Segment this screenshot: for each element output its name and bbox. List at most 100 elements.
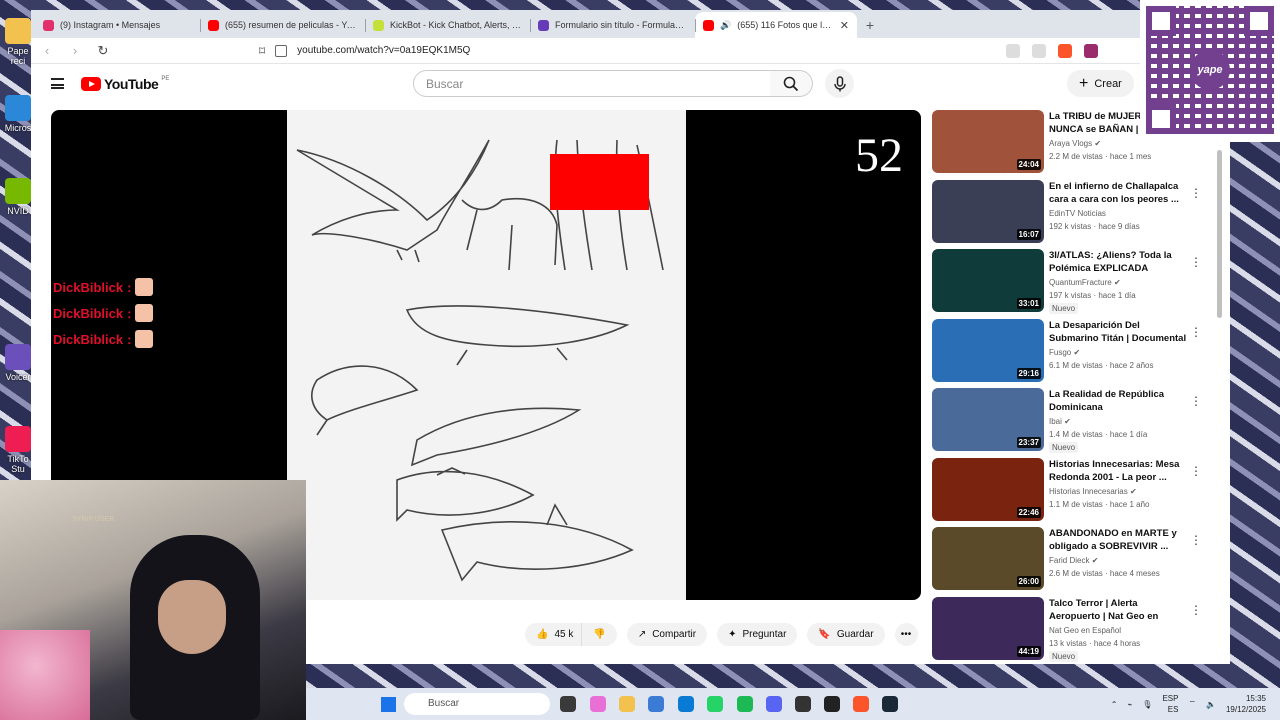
desktop-icon-tiktok[interactable]: TikTo Stu <box>4 426 32 474</box>
site-info-icon[interactable] <box>275 44 288 57</box>
new-tab-button[interactable]: + <box>857 12 883 38</box>
save-button[interactable]: 🔖 Guardar <box>807 623 885 646</box>
more-options-icon[interactable]: ⋮ <box>1190 325 1202 339</box>
video-thumbnail[interactable]: 24:04 <box>932 110 1044 173</box>
microphone-icon[interactable]: 🎙 <box>1142 700 1152 709</box>
edge-icon[interactable] <box>678 696 694 712</box>
create-button[interactable]: + Crear <box>1067 70 1134 97</box>
copilot-icon[interactable] <box>590 696 606 712</box>
whatsapp-icon[interactable] <box>707 696 723 712</box>
channel-name[interactable]: Nat Geo en Español <box>1049 626 1121 635</box>
desktop-icon-recycle[interactable]: Pape reci <box>4 18 32 66</box>
channel-name[interactable]: Araya Vlogs <box>1049 139 1092 148</box>
more-options-icon[interactable]: ⋮ <box>1190 464 1202 478</box>
volume-icon[interactable]: 🔈 <box>1206 700 1216 709</box>
youtube-logo[interactable]: YouTube PE <box>81 76 169 92</box>
video-thumbnail[interactable]: 23:37 <box>932 388 1044 451</box>
spotify-icon[interactable] <box>737 696 753 712</box>
desktop-icon-voicer[interactable]: Voicer <box>4 344 32 382</box>
back-icon[interactable]: ‹ <box>39 43 55 58</box>
verified-icon: ✔ <box>1129 486 1137 496</box>
more-options-icon[interactable]: ⋮ <box>1190 186 1202 200</box>
voice-search-button[interactable] <box>825 69 854 98</box>
store-icon[interactable] <box>648 696 664 712</box>
file-explorer-icon[interactable] <box>619 696 635 712</box>
video-title[interactable]: ABANDONADO en MARTE y obligado a SOBREVI… <box>1049 527 1189 553</box>
channel-name[interactable]: Fusgo <box>1049 348 1071 357</box>
language-indicator[interactable]: ESP ES <box>1162 693 1178 715</box>
video-title[interactable]: En el infierno de Challapalca cara a car… <box>1049 180 1189 206</box>
more-options-icon[interactable]: ⋮ <box>1190 255 1202 269</box>
hamburger-menu-icon[interactable] <box>51 78 64 89</box>
more-options-icon[interactable]: ⋮ <box>1190 394 1202 408</box>
forward-icon[interactable]: › <box>67 43 83 58</box>
video-title[interactable]: Talco Terror | Alerta Aeropuerto | Nat G… <box>1049 597 1189 623</box>
recommended-video[interactable]: 29:16 La Desaparición Del Submarino Titán… <box>932 318 1212 389</box>
video-thumbnail[interactable]: 22:46 <box>932 457 1044 521</box>
channel-name[interactable]: Farid Dieck <box>1049 556 1089 565</box>
share-button[interactable]: ↗ Compartir <box>626 623 708 646</box>
forms-icon <box>538 19 549 31</box>
cast-icon[interactable] <box>1006 43 1020 58</box>
channel-name[interactable]: QuantumFracture <box>1049 278 1112 287</box>
channel-name[interactable]: Historias Innecesarias <box>1049 487 1128 496</box>
windows-start-icon[interactable] <box>381 697 396 712</box>
bookmark-icon[interactable]: ⌑ <box>259 44 265 58</box>
brave-icon[interactable] <box>853 696 869 712</box>
tab-youtube-nasa[interactable]: 🔊 (655) 116 Fotos que la NASA ✕ <box>695 12 857 38</box>
brave-shield-icon[interactable] <box>1058 43 1072 58</box>
wifi-icon[interactable]: ⌔ <box>1188 699 1196 709</box>
recommended-video[interactable]: 23:37 La Realidad de República Dominicana… <box>932 388 1212 458</box>
ask-button[interactable]: ✦ Preguntar <box>717 623 798 646</box>
more-actions-button[interactable]: ••• <box>894 623 918 646</box>
like-button[interactable]: 👍 45 k <box>525 623 582 646</box>
url-field[interactable]: ⌑ youtube.com/watch?v=0a19EQK1M5Q <box>123 44 994 58</box>
recommended-video[interactable]: 16:07 En el infierno de Challapalca cara … <box>932 179 1212 250</box>
channel-name[interactable]: EdinTV Noticias <box>1049 209 1106 218</box>
video-title[interactable]: Historias Innecesarias: Mesa Redonda 200… <box>1049 458 1189 484</box>
video-title[interactable]: La Realidad de República Dominicana <box>1049 388 1189 414</box>
tab-kickbot[interactable]: KickBot - Kick Chatbot, Alerts, TTS, C <box>365 12 530 38</box>
chevron-up-icon[interactable]: ⌃ <box>1111 700 1118 709</box>
discord-icon[interactable] <box>766 696 782 712</box>
close-tab-icon[interactable]: ✕ <box>840 19 849 32</box>
yape-qr-code: yape <box>1140 0 1280 142</box>
taskbar-search[interactable]: Buscar <box>404 693 550 715</box>
obs-icon[interactable] <box>824 696 840 712</box>
video-thumbnail[interactable]: 44:19 <box>932 596 1044 660</box>
video-thumbnail[interactable]: 26:00 <box>932 527 1044 590</box>
pillow <box>0 630 90 720</box>
network-icon[interactable]: ⌁ <box>1127 700 1132 709</box>
recommended-video[interactable]: 26:00 ABANDONADO en MARTE y obligado a SO… <box>932 527 1212 597</box>
recommended-video[interactable]: 33:01 3I/ATLAS: ¿Aliens? Toda la Polémica… <box>932 249 1212 319</box>
tab-forms[interactable]: Formulario sin título - Formularios de <box>530 12 695 38</box>
dislike-button[interactable]: 👎 <box>581 623 617 646</box>
video-title[interactable]: La Desaparición Del Submarino Titán | Do… <box>1049 319 1189 345</box>
video-thumbnail[interactable]: 33:01 <box>932 249 1044 312</box>
recommended-video[interactable]: 44:19 Talco Terror | Alerta Aeropuerto | … <box>932 596 1212 665</box>
rewards-icon[interactable] <box>1084 43 1098 58</box>
steam-icon[interactable] <box>882 696 898 712</box>
reload-icon[interactable]: ↻ <box>95 43 111 59</box>
video-thumbnail[interactable]: 16:07 <box>932 179 1044 243</box>
channel-name[interactable]: Ibai <box>1049 417 1062 426</box>
task-view-icon[interactable] <box>560 696 576 712</box>
tab-instagram[interactable]: (9) Instagram • Mensajes <box>35 12 200 38</box>
desktop-icon-microsoft[interactable]: Micros <box>4 95 32 133</box>
search-button[interactable] <box>770 70 813 97</box>
scrollbar[interactable] <box>1217 150 1222 318</box>
chat-separator: : <box>127 305 132 321</box>
clock[interactable]: 15:35 19/12/2025 <box>1226 693 1266 715</box>
app-icon[interactable] <box>795 696 811 712</box>
more-options-icon[interactable]: ⋮ <box>1190 603 1202 617</box>
share-icon[interactable] <box>1032 43 1046 58</box>
desktop-icon-nvidia[interactable]: NVID <box>4 178 32 216</box>
more-options-icon[interactable]: ⋮ <box>1190 533 1202 547</box>
channel-row: Ibai ✔ <box>1049 415 1189 428</box>
tab-youtube-resumen[interactable]: (655) resumen de peliculas - YouTube <box>200 12 365 38</box>
yape-logo: yape <box>1190 50 1230 90</box>
recommended-video[interactable]: 22:46 Historias Innecesarias: Mesa Redond… <box>932 457 1212 528</box>
video-thumbnail[interactable]: 29:16 <box>932 318 1044 382</box>
search-input[interactable]: Buscar <box>413 70 771 97</box>
video-title[interactable]: 3I/ATLAS: ¿Aliens? Toda la Polémica EXPL… <box>1049 249 1189 275</box>
